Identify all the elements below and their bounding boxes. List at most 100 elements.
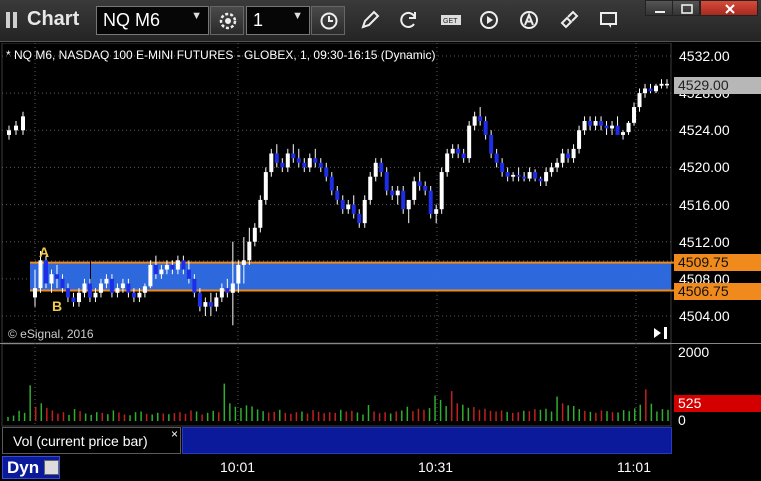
candle-up <box>33 288 37 298</box>
window-title: Chart <box>27 8 80 30</box>
zone-low-tag: 4506.75 <box>674 283 761 300</box>
candle-down <box>109 278 114 293</box>
candle-down <box>302 162 307 168</box>
candle-down <box>566 153 571 159</box>
price-tick: 4524.00 <box>679 122 730 139</box>
candle-up <box>406 199 411 210</box>
clock-icon <box>320 12 338 30</box>
candle-up <box>142 286 147 293</box>
candle-down <box>401 190 406 210</box>
minimize-button[interactable] <box>645 0 673 16</box>
price-tick: 4520.00 <box>679 159 730 176</box>
candle-up <box>637 93 642 108</box>
settings-button[interactable] <box>210 6 244 35</box>
candle-up <box>93 292 98 298</box>
get-icon[interactable]: GET <box>440 9 462 31</box>
comment-icon[interactable] <box>598 9 620 31</box>
candle-down <box>533 172 538 179</box>
candle-down <box>291 153 296 159</box>
candle-up <box>632 107 637 123</box>
candle-up <box>14 125 18 131</box>
interval-settings-button[interactable] <box>311 6 345 35</box>
chevron-down-icon[interactable]: ▼ <box>191 10 202 22</box>
chart-app-icon <box>6 10 22 30</box>
candle-down <box>335 190 340 200</box>
refresh-icon[interactable] <box>398 9 420 31</box>
draw-pencil-icon[interactable] <box>359 9 381 31</box>
chevron-down-icon[interactable]: ▼ <box>292 10 303 22</box>
candle-up <box>412 181 417 200</box>
candle-up <box>236 264 241 284</box>
candle-up <box>571 148 576 159</box>
time-tick: 10:31 <box>418 459 454 475</box>
candle-up <box>49 274 54 284</box>
candle-up <box>252 227 257 242</box>
candle-up <box>362 199 367 224</box>
candle-down <box>65 288 70 298</box>
toolbar: Chart NQ M6 ▼ 1 ▼ GET <box>0 0 761 42</box>
interval-value: 1 <box>253 10 264 30</box>
zone-label-a: A <box>39 244 50 260</box>
candle-up <box>511 174 516 177</box>
link-icon[interactable] <box>558 9 580 31</box>
time-tick: 11:01 <box>617 459 651 475</box>
candle-down <box>329 176 334 191</box>
candle-down <box>522 176 527 179</box>
candle-up <box>98 283 103 293</box>
lock-icon[interactable] <box>44 460 59 475</box>
candle-down <box>478 116 483 121</box>
interval-input[interactable]: 1 ▼ <box>246 6 310 35</box>
candle-up <box>450 148 455 154</box>
candle-down <box>351 204 356 214</box>
candle-up <box>395 190 400 196</box>
candle-down <box>126 283 131 293</box>
scroll-to-end-icon[interactable] <box>652 325 670 341</box>
minimize-icon <box>655 11 665 13</box>
candle-up <box>38 260 43 289</box>
candle-up <box>549 167 554 173</box>
play-icon[interactable] <box>478 9 500 31</box>
candle-up <box>159 269 164 275</box>
candle-down <box>318 162 323 168</box>
candle-up <box>241 260 246 265</box>
candle-down <box>615 125 620 135</box>
candle-down <box>428 190 433 214</box>
candle-down <box>192 278 197 293</box>
candle-down <box>313 158 318 163</box>
candle-up <box>654 85 659 92</box>
settings-icon <box>219 12 237 30</box>
maximize-button[interactable] <box>672 0 700 16</box>
alert-icon[interactable] <box>518 9 540 31</box>
candle-up <box>104 278 109 284</box>
candle-down <box>417 181 422 186</box>
candle-up <box>472 116 477 126</box>
candle-up <box>285 153 290 168</box>
candle-down <box>483 121 488 135</box>
candle-up <box>21 116 25 131</box>
candle-down <box>604 125 609 129</box>
candle-up <box>230 283 235 293</box>
candle-up <box>610 125 615 129</box>
symbol-value: NQ M6 <box>103 10 161 30</box>
candle-down <box>296 158 301 163</box>
close-button[interactable] <box>700 0 758 16</box>
candle-down <box>390 190 395 196</box>
candle-down <box>225 288 230 293</box>
candle-down <box>357 213 362 224</box>
candle-down <box>461 153 466 159</box>
study-close-icon[interactable]: × <box>171 427 178 441</box>
candle-down <box>71 297 76 303</box>
candle-up <box>82 283 87 293</box>
volume-tick-zero: 0 <box>678 412 686 428</box>
candle-up <box>434 209 439 214</box>
dynamic-mode-button[interactable]: Dyn <box>2 456 60 479</box>
symbol-input[interactable]: NQ M6 ▼ <box>96 6 209 35</box>
candle-up <box>137 292 142 298</box>
candle-down <box>181 260 186 270</box>
candle-down <box>54 274 59 279</box>
candle-down <box>588 121 593 126</box>
chart-canvas[interactable] <box>0 43 761 455</box>
study-tab-volume[interactable]: Vol (current price bar) <box>2 427 181 454</box>
candle-down <box>538 178 543 182</box>
candle-up <box>445 153 450 173</box>
